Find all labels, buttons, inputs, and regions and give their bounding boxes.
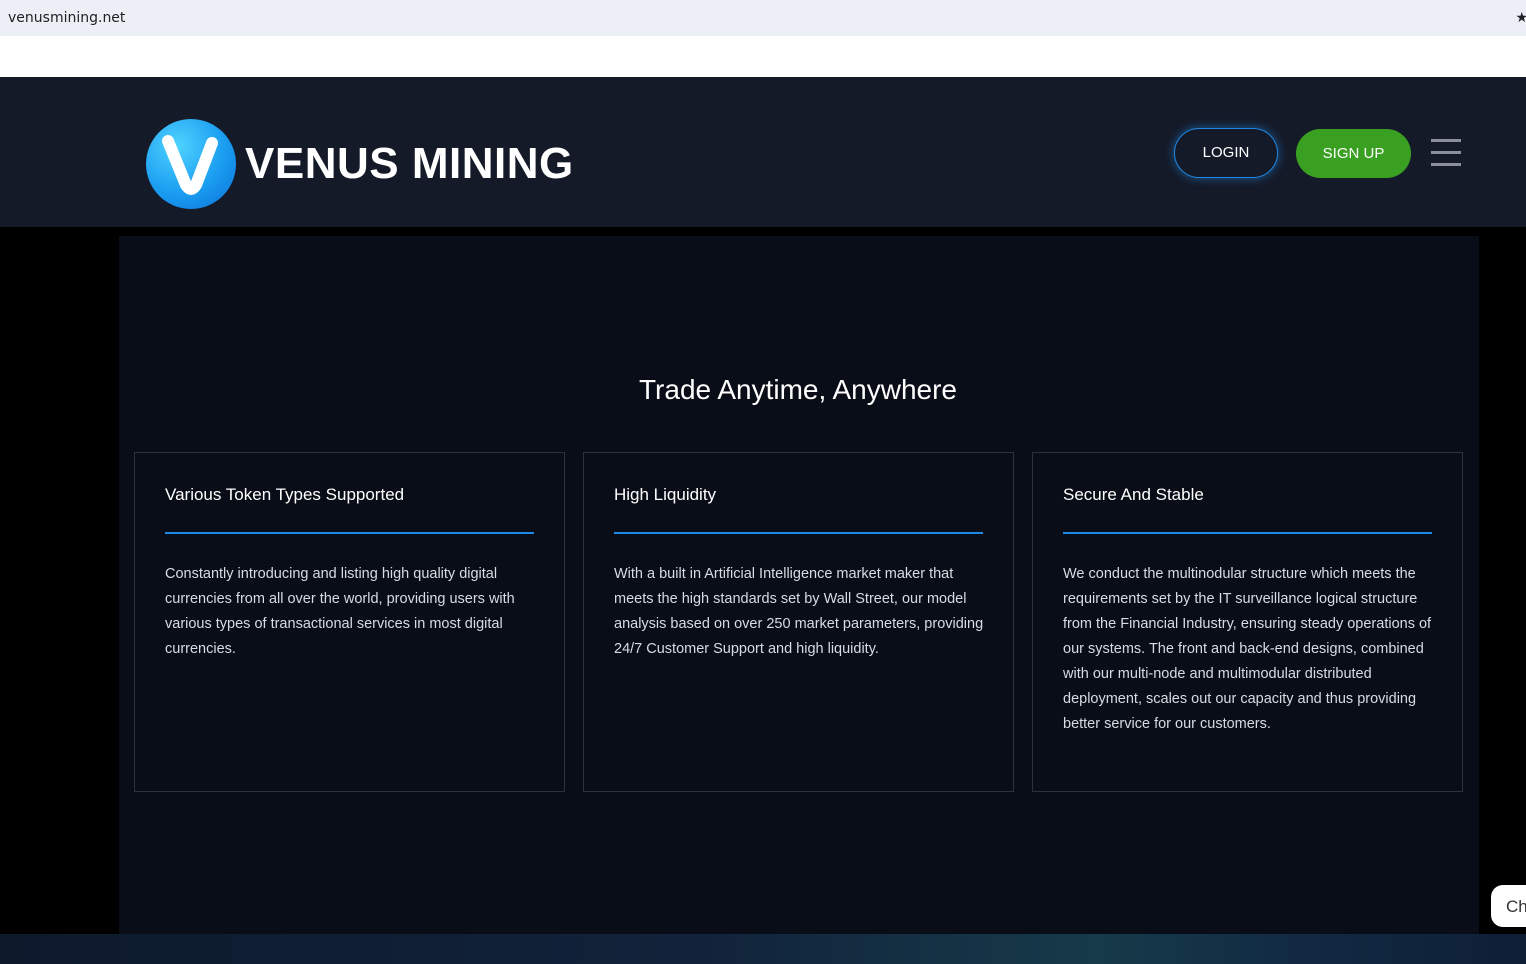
- browser-url-bar[interactable]: venusmining.net ★: [0, 0, 1526, 36]
- signup-button[interactable]: SIGN UP: [1296, 129, 1411, 178]
- login-button[interactable]: LOGIN: [1174, 128, 1278, 178]
- card-divider: [1063, 532, 1432, 534]
- feature-card-secure: Secure And Stable We conduct the multino…: [1032, 452, 1463, 792]
- card-title: Various Token Types Supported: [165, 485, 405, 504]
- feature-card-liquidity: High Liquidity With a built in Artificia…: [583, 452, 1014, 792]
- card-title: Secure And Stable: [1063, 485, 1204, 504]
- bookmark-star-icon[interactable]: ★: [1515, 10, 1526, 26]
- chat-widget-button[interactable]: Ch: [1491, 885, 1526, 927]
- card-body: We conduct the multinodular structure wh…: [1063, 566, 1432, 732]
- card-divider: [165, 532, 534, 534]
- url-text[interactable]: venusmining.net: [8, 10, 125, 26]
- hamburger-menu-icon[interactable]: [1431, 139, 1461, 169]
- features-section: Trade Anytime, Anywhere Various Token Ty…: [119, 236, 1479, 934]
- site-header: VENUS MINING LOGIN SIGN UP: [0, 77, 1526, 227]
- logo-text[interactable]: VENUS MINING: [245, 139, 574, 189]
- card-divider: [614, 532, 983, 534]
- section-title: Trade Anytime, Anywhere: [638, 374, 957, 405]
- venus-v-logo-icon[interactable]: [146, 119, 236, 209]
- card-body: Constantly introducing and listing high …: [165, 566, 515, 657]
- card-title: High Liquidity: [614, 485, 717, 504]
- footer-background: [0, 934, 1526, 964]
- feature-card-tokens: Various Token Types Supported Constantly…: [134, 452, 565, 792]
- page-top-strip: [0, 36, 1526, 77]
- card-body: With a built in Artificial Intelligence …: [614, 566, 984, 657]
